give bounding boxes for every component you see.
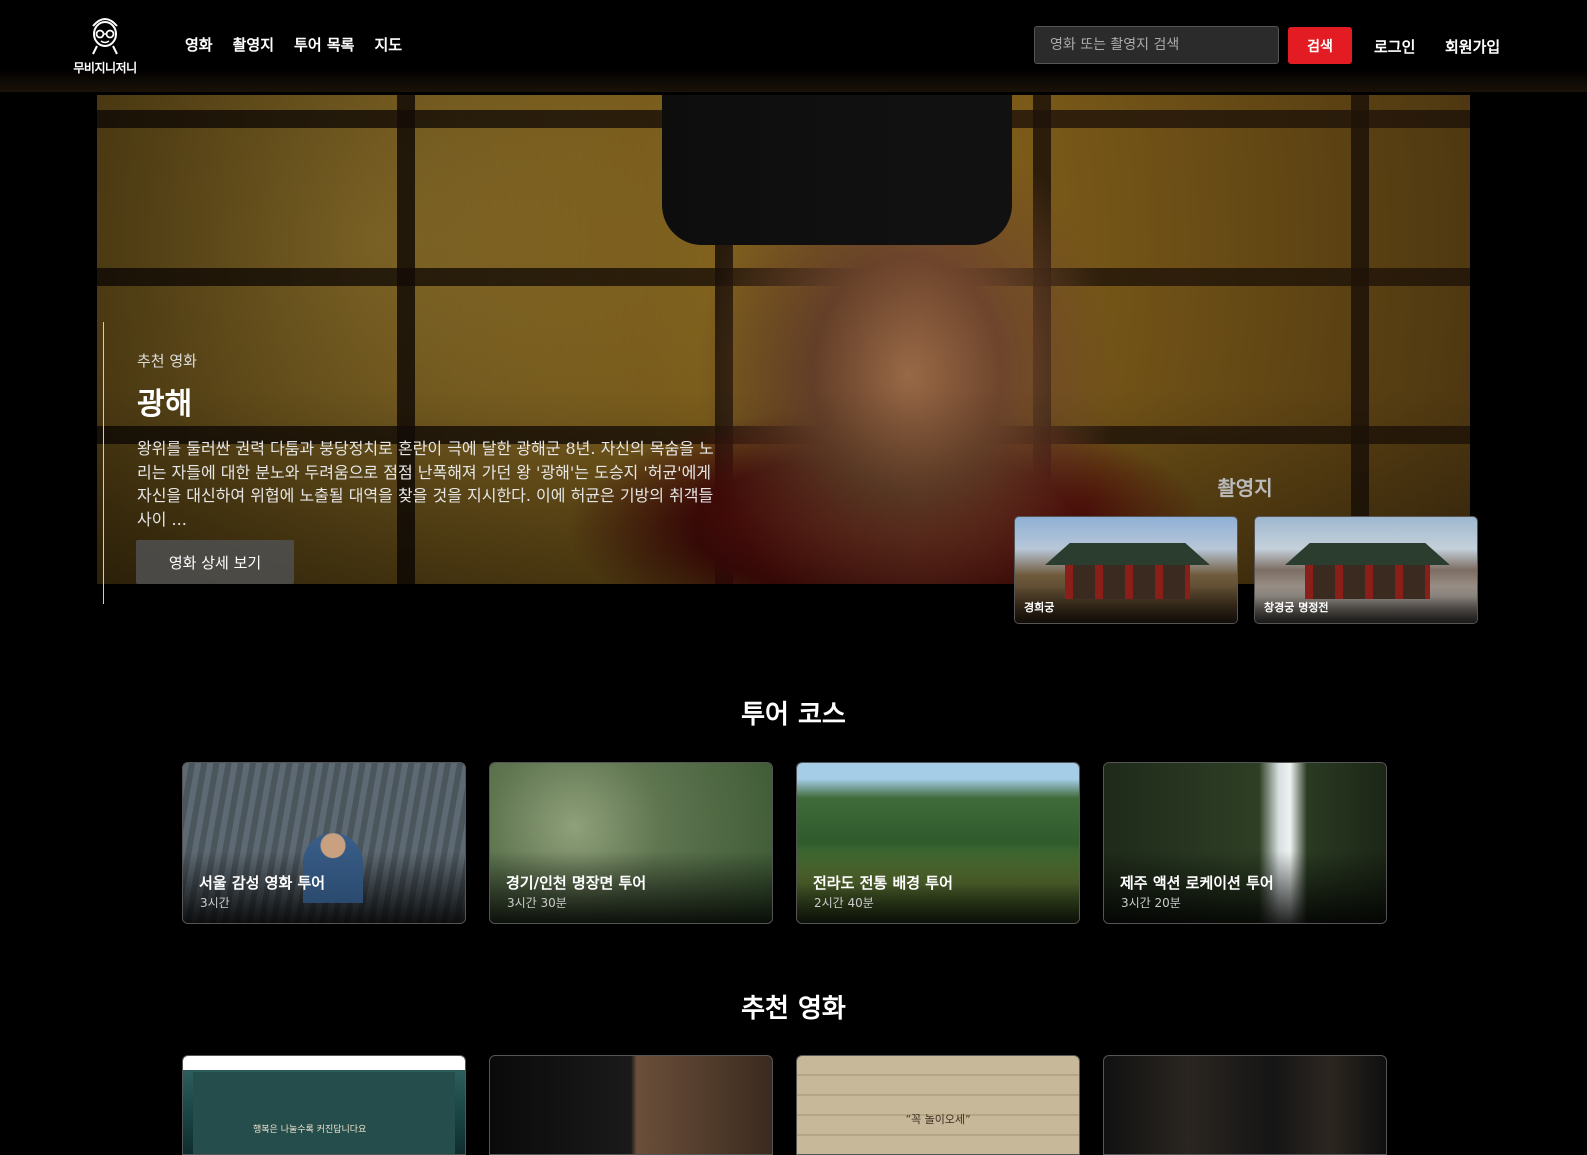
search-button[interactable]: 검색 [1288, 27, 1352, 64]
movie-poster-card[interactable] [489, 1055, 773, 1155]
poster-quote: “꼭 놀이오세” [905, 1113, 971, 1126]
tour-name: 전라도 전통 배경 투어 [813, 874, 953, 892]
location-card[interactable]: 창경궁 명정전 [1254, 516, 1478, 624]
tours-heading: 투어 코스 [741, 700, 846, 730]
tour-card[interactable]: 제주 액션 로케이션 투어 3시간 20분 [1103, 762, 1387, 924]
main-nav: 영화 촬영지 투어 목록 지도 [185, 34, 402, 55]
signup-link[interactable]: 회원가입 [1445, 36, 1500, 57]
movie-poster-card[interactable]: 행복은 나눌수록 커진답니다요 [182, 1055, 466, 1155]
login-link[interactable]: 로그인 [1374, 36, 1415, 57]
tour-duration: 3시간 [200, 896, 230, 910]
hero-divider [103, 322, 104, 604]
nav-item-locations[interactable]: 촬영지 [233, 34, 274, 55]
tour-card[interactable]: 경기/인천 명장면 투어 3시간 30분 [489, 762, 773, 924]
location-name: 창경궁 명정전 [1264, 601, 1329, 614]
movies-heading: 추천 영화 [741, 994, 846, 1024]
logo[interactable]: 무비지니저니 [62, 12, 148, 80]
location-card[interactable]: 경희궁 [1014, 516, 1238, 624]
logo-face-icon [92, 18, 118, 55]
locations-heading: 촬영지 [1217, 476, 1273, 500]
site-header: 무비지니저니 영화 촬영지 투어 목록 지도 검색 로그인 회원가입 [0, 0, 1587, 92]
hero-info: 추천 영화 광해 왕위를 둘러싼 권력 다툼과 붕당정치로 혼란이 극에 달한 … [137, 350, 727, 531]
hero-movie-title: 광해 [137, 387, 193, 422]
logo-text: 무비지니저니 [73, 61, 137, 75]
tour-duration: 3시간 20분 [1121, 896, 1181, 910]
poster-caption: 행복은 나눌수록 커진답니다요 [253, 1125, 367, 1135]
tour-card[interactable]: 서울 감성 영화 투어 3시간 [182, 762, 466, 924]
nav-item-tours[interactable]: 투어 목록 [294, 34, 354, 55]
tour-name: 서울 감성 영화 투어 [199, 874, 326, 892]
tour-duration: 2시간 40분 [814, 896, 874, 910]
tour-name: 제주 액션 로케이션 투어 [1120, 874, 1274, 892]
tour-duration: 3시간 30분 [507, 896, 567, 910]
tour-card[interactable]: 전라도 전통 배경 투어 2시간 40분 [796, 762, 1080, 924]
search-input[interactable] [1034, 26, 1279, 64]
movie-detail-button[interactable]: 영화 상세 보기 [136, 540, 294, 584]
tour-name: 경기/인천 명장면 투어 [506, 874, 647, 892]
nav-item-movies[interactable]: 영화 [185, 34, 213, 55]
movie-poster-card[interactable] [1103, 1055, 1387, 1155]
location-name: 경희궁 [1024, 601, 1055, 614]
movie-poster-card[interactable]: “꼭 놀이오세” [796, 1055, 1080, 1155]
hero-eyebrow: 추천 영화 [137, 352, 197, 370]
hero-description: 왕위를 둘러싼 권력 다툼과 붕당정치로 혼란이 극에 달한 광해군 8년. 자… [137, 439, 714, 529]
nav-item-map[interactable]: 지도 [374, 34, 402, 55]
